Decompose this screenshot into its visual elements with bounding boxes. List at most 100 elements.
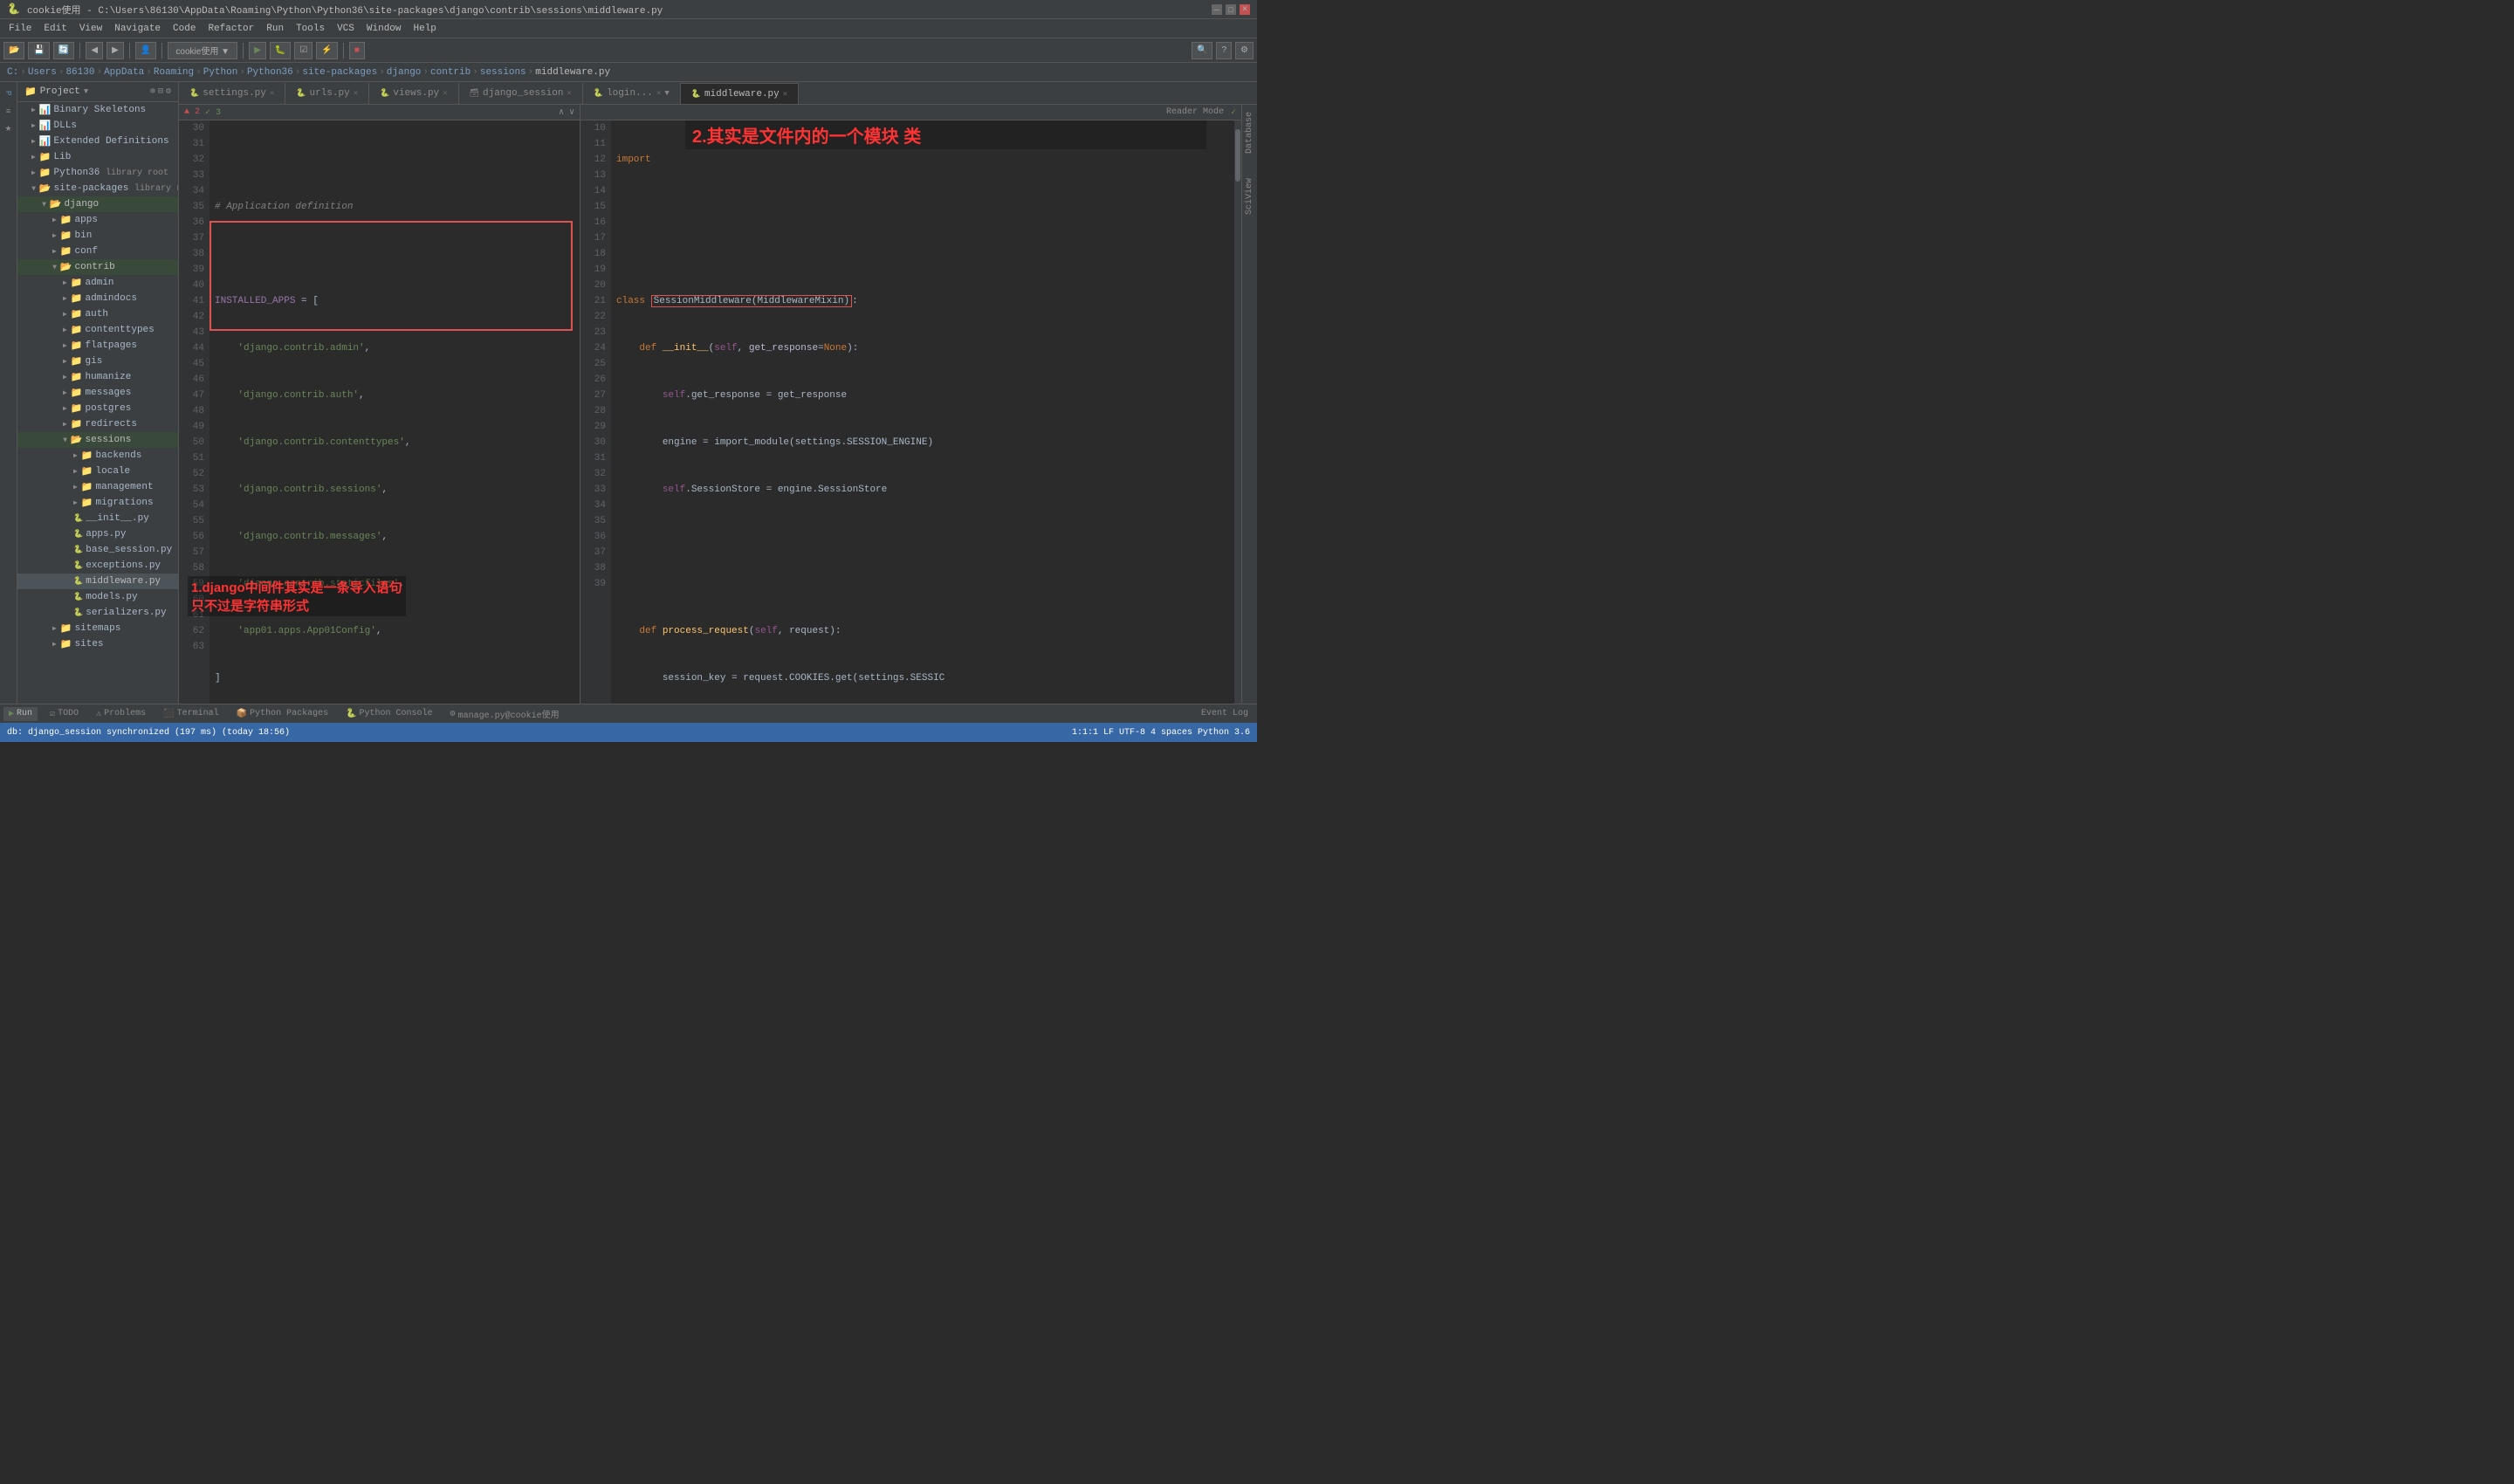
expand-icon[interactable]: ∧ bbox=[559, 107, 564, 118]
tab-more-icon[interactable]: ▼ bbox=[664, 89, 669, 98]
collapse-icon[interactable]: ∨ bbox=[569, 107, 574, 118]
tree-item-python36[interactable]: ▶ 📁 Python36 library root bbox=[17, 165, 178, 181]
right-code-area[interactable]: 1011121314 1516171819 2021222324 2526272… bbox=[580, 120, 1241, 704]
toolbar-help-button[interactable]: ? bbox=[1216, 42, 1232, 59]
tree-item-extended-definitions[interactable]: ▶ 📊 Extended Definitions bbox=[17, 134, 178, 149]
breadcrumb-django[interactable]: django bbox=[387, 67, 422, 78]
tree-item-conf[interactable]: ▶ 📁 conf bbox=[17, 244, 178, 259]
reader-mode-check[interactable]: ✓ bbox=[1231, 107, 1236, 118]
tree-item-redirects[interactable]: ▶ 📁 redirects bbox=[17, 416, 178, 432]
bottom-tab-problems[interactable]: ⚠ Problems bbox=[91, 707, 151, 721]
menu-edit[interactable]: Edit bbox=[38, 22, 72, 36]
bottom-tab-todo[interactable]: ☑ TODO bbox=[45, 707, 84, 721]
project-dropdown-icon[interactable]: ▼ bbox=[84, 87, 88, 96]
tree-item-migrations[interactable]: ▶ 📁 migrations bbox=[17, 495, 178, 511]
tree-item-gis[interactable]: ▶ 📁 gis bbox=[17, 354, 178, 369]
favorites-icon[interactable]: ★ bbox=[1, 120, 17, 136]
tree-item-contrib[interactable]: ▶ 📂 contrib bbox=[17, 259, 178, 275]
tree-item-sites[interactable]: ▶ 📁 sites bbox=[17, 636, 178, 652]
tree-item-sitemaps[interactable]: ▶ 📁 sitemaps bbox=[17, 621, 178, 636]
tab-middleware-py[interactable]: 🐍 middleware.py ✕ bbox=[681, 83, 799, 104]
close-button[interactable]: ✕ bbox=[1240, 4, 1250, 15]
tree-item-apps-py[interactable]: 🐍 apps.py bbox=[17, 526, 178, 542]
project-collapse-icon[interactable]: ⊟ bbox=[158, 86, 163, 97]
structure-icon[interactable]: ≡ bbox=[1, 103, 17, 119]
tab-close-urls[interactable]: ✕ bbox=[354, 89, 358, 98]
tree-item-binary-skeletons[interactable]: ▶ 📊 Binary Skeletons bbox=[17, 102, 178, 118]
tab-views-py[interactable]: 🐍 views.py ✕ bbox=[369, 83, 458, 104]
toolbar-save-button[interactable]: 💾 bbox=[28, 42, 49, 59]
breadcrumb-sessions[interactable]: sessions bbox=[480, 67, 526, 78]
tab-close-settings[interactable]: ✕ bbox=[270, 89, 274, 98]
breadcrumb-site-packages[interactable]: site-packages bbox=[302, 67, 377, 78]
menu-vcs[interactable]: VCS bbox=[332, 22, 360, 36]
breadcrumb-c[interactable]: C: bbox=[7, 67, 18, 78]
toolbar-back-button[interactable]: ◀ bbox=[86, 42, 103, 59]
toolbar-settings-button[interactable]: ⚙ bbox=[1235, 42, 1254, 59]
toolbar-coverage-button[interactable]: ☑ bbox=[294, 42, 313, 59]
database-label[interactable]: Database bbox=[1242, 108, 1257, 157]
left-code-area[interactable]: 3031323334 3536373839 4041424344 4546474… bbox=[179, 120, 580, 704]
left-code-lines[interactable]: # Application definition INSTALLED_APPS … bbox=[210, 120, 580, 704]
tree-item-humanize[interactable]: ▶ 📁 humanize bbox=[17, 369, 178, 385]
menu-help[interactable]: Help bbox=[409, 22, 442, 36]
project-icon[interactable]: P bbox=[1, 86, 17, 101]
tab-close-db[interactable]: ✕ bbox=[567, 89, 571, 98]
maximize-button[interactable]: □ bbox=[1226, 4, 1236, 15]
tree-item-apps[interactable]: ▶ 📁 apps bbox=[17, 212, 178, 228]
tree-item-init-py[interactable]: 🐍 __init__.py bbox=[17, 511, 178, 526]
tree-item-management[interactable]: ▶ 📁 management bbox=[17, 479, 178, 495]
menu-refactor[interactable]: Refactor bbox=[203, 22, 259, 36]
right-code-lines[interactable]: import class SessionMiddleware(Middlewar… bbox=[611, 120, 1241, 704]
tree-item-auth[interactable]: ▶ 📁 auth bbox=[17, 306, 178, 322]
bottom-tab-terminal[interactable]: ⬛ Terminal bbox=[158, 707, 223, 721]
toolbar-profile-run-button[interactable]: ⚡ bbox=[316, 42, 337, 59]
tab-close-middleware[interactable]: ✕ bbox=[783, 90, 787, 99]
project-settings-icon[interactable]: ⚙ bbox=[166, 86, 171, 97]
menu-run[interactable]: Run bbox=[261, 22, 289, 36]
bottom-tab-run[interactable]: ▶ Run bbox=[3, 707, 38, 721]
tree-item-dlls[interactable]: ▶ 📊 DLLs bbox=[17, 118, 178, 134]
reader-mode-label[interactable]: Reader Mode bbox=[1166, 107, 1224, 117]
tree-item-serializers-py[interactable]: 🐍 serializers.py bbox=[17, 605, 178, 621]
breadcrumb-python36[interactable]: Python36 bbox=[247, 67, 293, 78]
tab-login[interactable]: 🐍 login... ✕ ▼ bbox=[583, 83, 681, 104]
project-locate-icon[interactable]: ⊕ bbox=[150, 86, 155, 97]
minimize-button[interactable]: ─ bbox=[1212, 4, 1222, 15]
tree-item-bin[interactable]: ▶ 📁 bin bbox=[17, 228, 178, 244]
breadcrumb-users[interactable]: Users bbox=[28, 67, 57, 78]
scrollbar-thumb[interactable] bbox=[1235, 129, 1240, 182]
tree-item-base-session-py[interactable]: 🐍 base_session.py bbox=[17, 542, 178, 558]
breadcrumb-middleware[interactable]: middleware.py bbox=[535, 67, 610, 78]
breadcrumb-user[interactable]: 86130 bbox=[65, 67, 94, 78]
breadcrumb-python[interactable]: Python bbox=[203, 67, 238, 78]
tree-item-messages[interactable]: ▶ 📁 messages bbox=[17, 385, 178, 401]
tree-item-admin[interactable]: ▶ 📁 admin bbox=[17, 275, 178, 291]
toolbar-debug-button[interactable]: 🐛 bbox=[270, 42, 291, 59]
bottom-tab-event-log[interactable]: Event Log bbox=[1196, 707, 1254, 720]
tree-item-exceptions-py[interactable]: 🐍 exceptions.py bbox=[17, 558, 178, 574]
tree-item-middleware-py[interactable]: 🐍 middleware.py bbox=[17, 574, 178, 589]
tree-item-sessions[interactable]: ▶ 📂 sessions bbox=[17, 432, 178, 448]
bottom-tab-python-console[interactable]: 🐍 Python Console bbox=[340, 707, 437, 721]
bottom-tab-python-packages[interactable]: 📦 Python Packages bbox=[231, 707, 333, 721]
breadcrumb-roaming[interactable]: Roaming bbox=[154, 67, 194, 78]
menu-window[interactable]: Window bbox=[361, 22, 407, 36]
toolbar-project-dropdown[interactable]: cookie使用 ▼ bbox=[168, 42, 237, 59]
tab-django-session[interactable]: 🗃 django_session ✕ bbox=[459, 83, 583, 104]
bottom-tab-manage-py[interactable]: ⚙ manage.py@cookie使用 bbox=[445, 705, 565, 723]
tree-item-flatpages[interactable]: ▶ 📁 flatpages bbox=[17, 338, 178, 354]
tree-item-site-packages[interactable]: ▶ 📂 site-packages library root bbox=[17, 181, 178, 196]
menu-tools[interactable]: Tools bbox=[291, 22, 330, 36]
tab-close-views[interactable]: ✕ bbox=[443, 89, 447, 98]
tree-item-django[interactable]: ▶ 📂 django bbox=[17, 196, 178, 212]
toolbar-forward-button[interactable]: ▶ bbox=[106, 42, 124, 59]
tree-item-backends[interactable]: ▶ 📁 backends bbox=[17, 448, 178, 464]
menu-view[interactable]: View bbox=[74, 22, 107, 36]
menu-navigate[interactable]: Navigate bbox=[109, 22, 166, 36]
tree-item-lib[interactable]: ▶ 📁 Lib bbox=[17, 149, 178, 165]
tab-close-login[interactable]: ✕ bbox=[656, 89, 661, 98]
breadcrumb-appdata[interactable]: AppData bbox=[104, 67, 144, 78]
tree-item-locale[interactable]: ▶ 📁 locale bbox=[17, 464, 178, 479]
toolbar-profile-button[interactable]: 👤 bbox=[135, 42, 156, 59]
